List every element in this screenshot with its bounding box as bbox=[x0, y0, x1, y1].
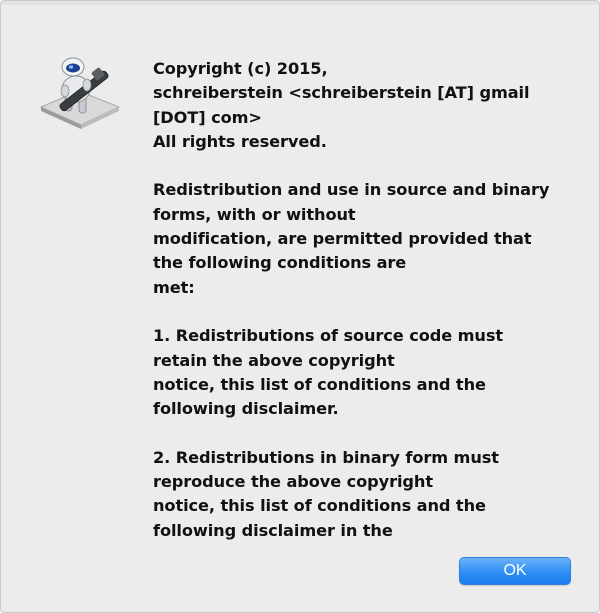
message-line: Redistribution and use in source and bin… bbox=[153, 180, 550, 200]
message-line bbox=[153, 154, 573, 178]
message-line: notice, this list of conditions and the bbox=[153, 374, 486, 394]
message-line: met: bbox=[153, 277, 195, 297]
message-line: [DOT] com> bbox=[153, 107, 262, 127]
message-line: 2. Redistributions in binary form must bbox=[153, 447, 499, 467]
message-line: reproduce the above copyright bbox=[153, 472, 433, 492]
dialog-top-edge bbox=[1, 1, 599, 5]
message-line: schreiberstein <schreiberstein [AT] gmai… bbox=[153, 83, 530, 103]
message-line: following disclaimer in the bbox=[153, 520, 393, 540]
message-line: 1. Redistributions of source code must bbox=[153, 326, 504, 346]
ok-button[interactable]: OK bbox=[459, 557, 571, 585]
message-line bbox=[153, 421, 573, 445]
alert-dialog: Copyright (c) 2015, schreiberstein <schr… bbox=[0, 0, 600, 613]
message-line: All rights reserved. bbox=[153, 131, 327, 151]
message-line: modification, are permitted provided tha… bbox=[153, 229, 532, 249]
message-line: forms, with or without bbox=[153, 204, 356, 224]
automator-robot-icon bbox=[35, 51, 125, 141]
message-line: notice, this list of conditions and the bbox=[153, 496, 486, 516]
message-line: retain the above copyright bbox=[153, 350, 395, 370]
license-message: Copyright (c) 2015, schreiberstein <schr… bbox=[153, 57, 573, 545]
message-line: the following conditions are bbox=[153, 253, 407, 273]
message-line: Copyright (c) 2015, bbox=[153, 59, 328, 78]
message-line bbox=[153, 300, 573, 324]
message-line: following disclaimer. bbox=[153, 399, 339, 419]
